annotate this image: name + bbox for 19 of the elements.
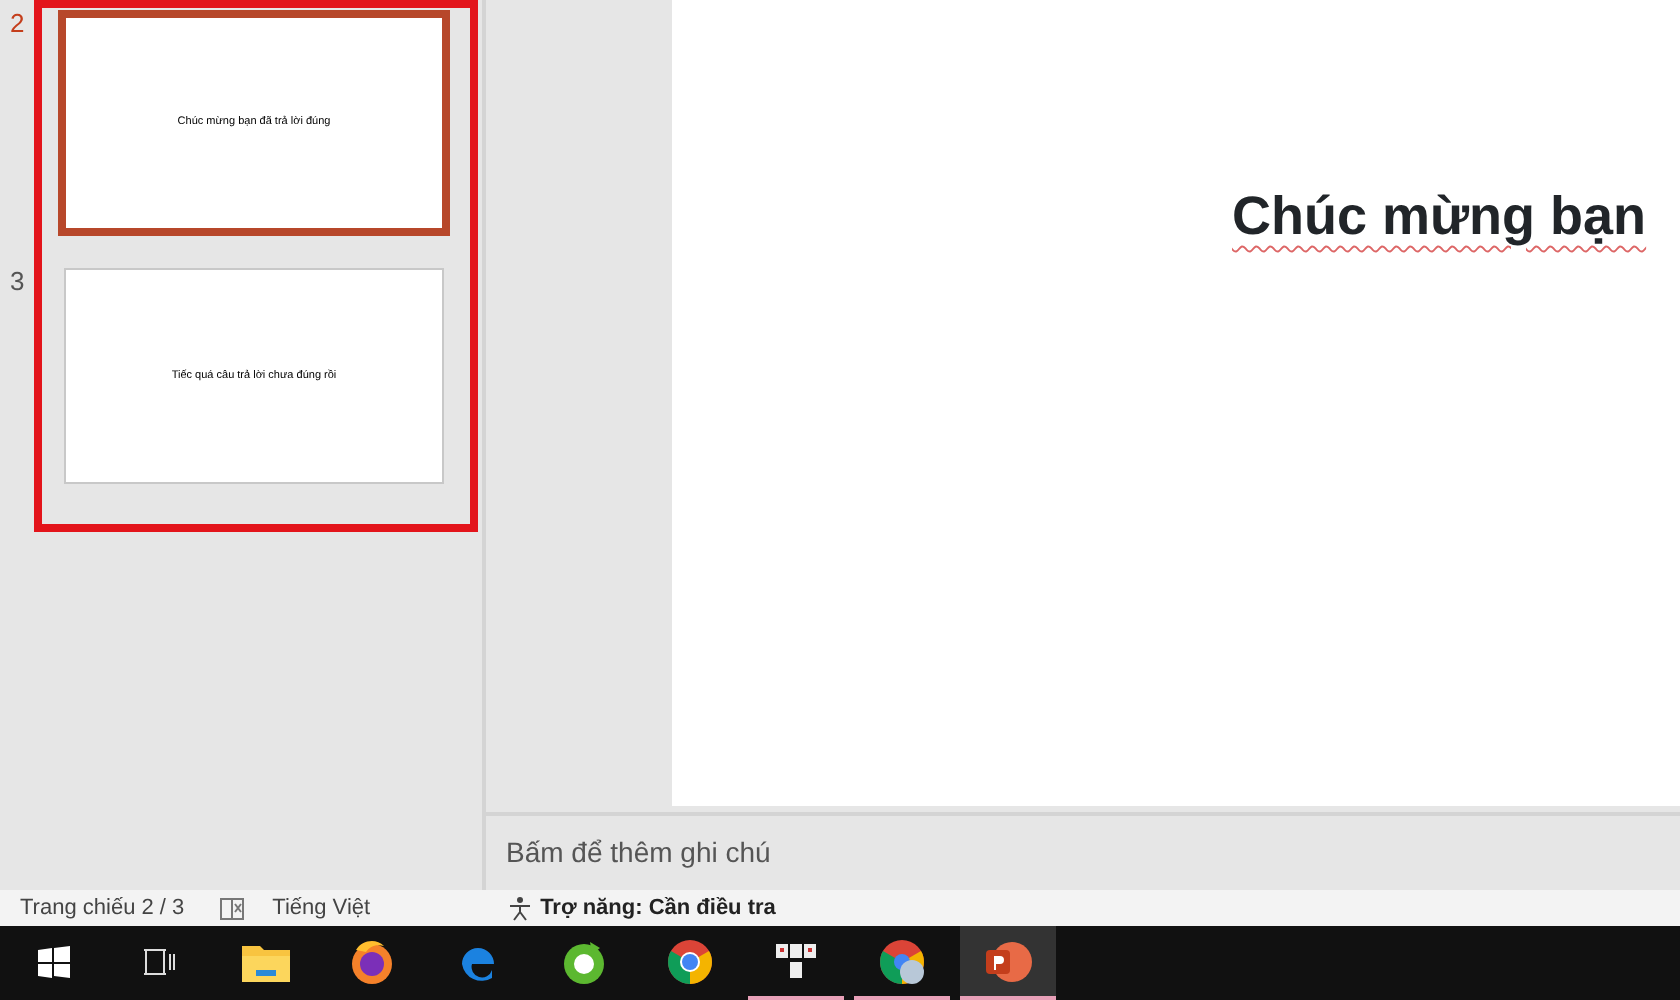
slide-number: 3 <box>8 268 27 294</box>
accessibility-icon[interactable] <box>506 895 535 921</box>
taskbar-button[interactable] <box>960 926 1056 1000</box>
browser-icon <box>878 937 926 985</box>
notes-placeholder[interactable]: Bấm để thêm ghi chú <box>506 832 771 874</box>
folder-icon <box>242 941 290 981</box>
slide-title: Chúc mừng bạn <box>1232 184 1647 250</box>
language-indicator[interactable]: Tiếng Việt <box>272 891 371 925</box>
task-view-icon <box>144 947 176 975</box>
windows-logo-icon <box>38 945 70 977</box>
app-icon <box>772 939 820 983</box>
browser-icon <box>348 937 396 985</box>
accessibility-status[interactable]: Trợ năng: Cần điều tra <box>540 891 776 925</box>
browser-icon <box>560 937 608 985</box>
slide-number: 2 <box>8 10 27 36</box>
slide-counter[interactable]: Trang chiếu 2 / 3 <box>20 891 185 925</box>
presentation-app-icon <box>982 937 1034 985</box>
browser-icon <box>666 937 714 985</box>
notes-icon[interactable] <box>220 897 245 919</box>
